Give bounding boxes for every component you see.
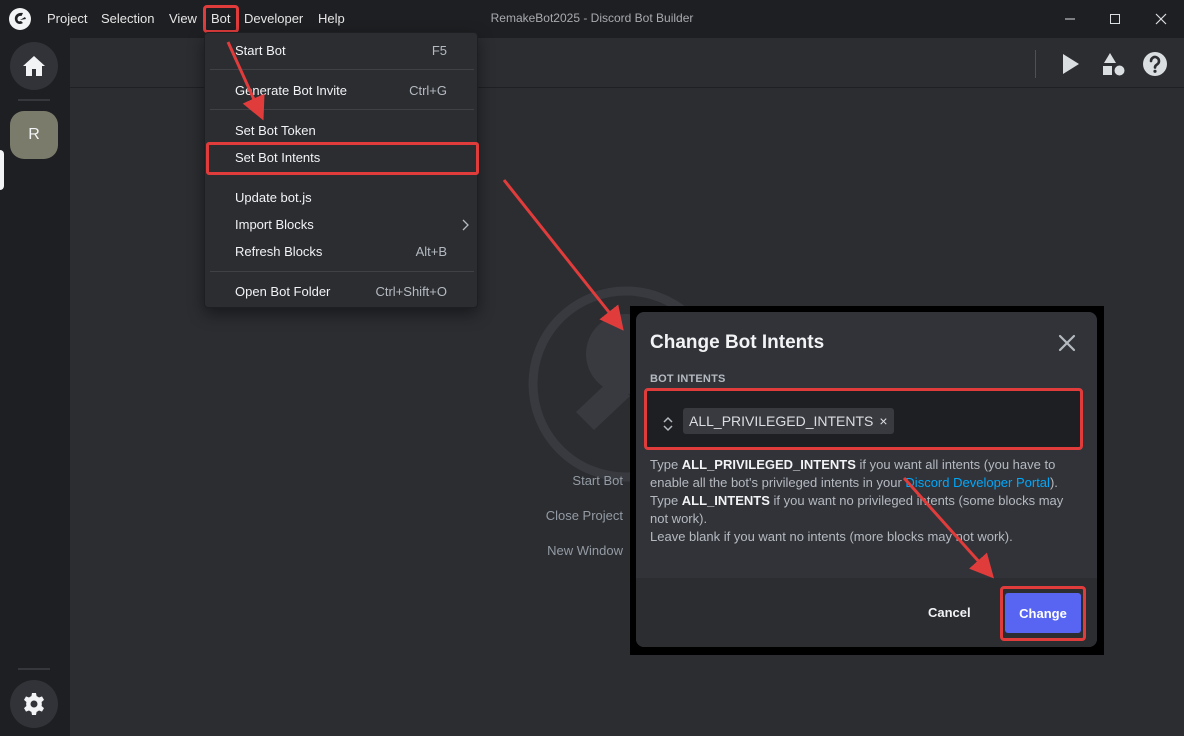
app-logo (9, 8, 31, 30)
menu-project[interactable]: Project (47, 11, 87, 26)
server-avatar[interactable]: R (10, 111, 58, 159)
settings-gear-icon (24, 693, 44, 715)
rail-separator-bottom (18, 668, 50, 670)
settings-button[interactable] (10, 680, 58, 728)
minimize-button[interactable] (1047, 4, 1093, 34)
menu-view[interactable]: View (169, 11, 197, 26)
close-window-button[interactable] (1138, 4, 1184, 34)
menu-item-import-blocks[interactable]: Import Blocks (235, 217, 314, 232)
help-line-1: Type ALL_PRIVILEGED_INTENTS if you want … (650, 457, 1058, 490)
menu-selection[interactable]: Selection (101, 11, 154, 26)
menu-separator (210, 109, 474, 110)
shortcut-generate-invite: Ctrl+G (409, 83, 447, 98)
developer-portal-link[interactable]: Discord Developer Portal (905, 475, 1050, 490)
sort-icon (663, 416, 673, 432)
chip-remove-icon[interactable]: × (879, 413, 887, 429)
menu-item-open-folder[interactable]: Open Bot Folder (235, 284, 330, 299)
shortcut-start-bot: F5 (431, 43, 447, 58)
home-button[interactable] (10, 42, 58, 90)
dialog-close-icon[interactable] (1056, 332, 1078, 354)
dialog-title: Change Bot Intents (650, 332, 825, 353)
play-icon (1063, 54, 1079, 74)
close-project-link[interactable]: Close Project (483, 508, 623, 523)
title-bar: Project Selection View Bot Developer Hel… (0, 0, 1184, 38)
change-intents-dialog: Change Bot Intents BOT INTENTS ALL_PRIVI… (636, 312, 1097, 647)
help-line-3: Leave blank if you want no intents (more… (650, 529, 1013, 544)
intent-chip-label: ALL_PRIVILEGED_INTENTS (689, 413, 874, 429)
bot-menu-dropdown: Start Bot F5 Generate Bot Invite Ctrl+G … (204, 32, 479, 308)
blocks-button[interactable] (1098, 49, 1128, 79)
minimize-icon (1065, 18, 1075, 20)
menu-developer[interactable]: Developer (244, 11, 303, 26)
menu-item-start-bot[interactable]: Start Bot (235, 43, 286, 58)
maximize-button[interactable] (1092, 4, 1138, 34)
new-window-link[interactable]: New Window (483, 543, 623, 558)
active-server-indicator (0, 150, 4, 190)
shortcut-open-folder: Ctrl+Shift+O (375, 284, 447, 299)
home-icon (23, 56, 45, 76)
menu-item-generate-invite[interactable]: Generate Bot Invite (235, 83, 347, 98)
intent-chip[interactable]: ALL_PRIVILEGED_INTENTS × (683, 408, 894, 434)
menu-item-set-token[interactable]: Set Bot Token (235, 123, 316, 138)
menu-separator (210, 271, 474, 272)
menu-bot-highlight (203, 5, 239, 33)
shortcut-refresh-blocks: Alt+B (415, 244, 447, 259)
cancel-button[interactable]: Cancel (928, 605, 971, 620)
change-button[interactable]: Change (1005, 593, 1081, 633)
menu-separator (210, 69, 474, 70)
shapes-icon (1103, 53, 1125, 76)
menu-item-update-botjs[interactable]: Update bot.js (235, 190, 312, 205)
set-intents-highlight (206, 142, 479, 175)
rail-separator (18, 99, 50, 101)
menu-item-refresh-blocks[interactable]: Refresh Blocks (235, 244, 322, 259)
dialog-footer: Cancel Change (636, 578, 1097, 647)
run-button[interactable] (1055, 49, 1085, 79)
intents-field-label: BOT INTENTS (650, 373, 726, 385)
server-rail: R (0, 38, 70, 736)
help-icon (1143, 52, 1167, 76)
maximize-icon (1110, 14, 1120, 24)
help-line-2: Type ALL_INTENTS if you want no privileg… (650, 493, 1064, 526)
start-bot-link[interactable]: Start Bot (483, 473, 623, 488)
chevron-right-icon (462, 219, 469, 231)
help-button[interactable] (1140, 49, 1170, 79)
intents-help-text: Type ALL_PRIVILEGED_INTENTS if you want … (650, 456, 1082, 546)
close-icon (1155, 13, 1167, 25)
menu-help[interactable]: Help (318, 11, 345, 26)
toolbar-separator (1035, 50, 1036, 78)
